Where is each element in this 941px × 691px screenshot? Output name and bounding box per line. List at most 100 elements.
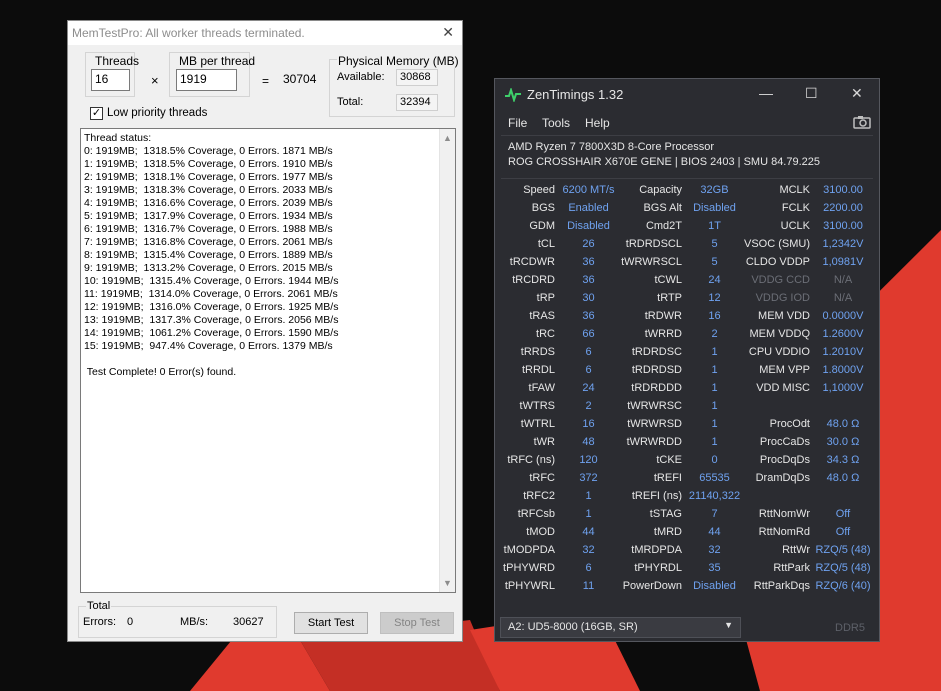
timing-value: Off xyxy=(835,526,851,538)
status-line: 7: 1919MB; 1316.8% Coverage, 0 Errors. 2… xyxy=(84,236,333,248)
minimize-icon[interactable]: — xyxy=(759,85,773,101)
timing-value: N/A xyxy=(833,274,853,286)
close-icon[interactable]: ✕ xyxy=(851,85,863,102)
timing-label: VDDG IOD xyxy=(755,292,810,304)
status-line: 2: 1919MB; 1318.1% Coverage, 0 Errors. 1… xyxy=(84,171,333,183)
menu-tools[interactable]: Tools xyxy=(542,116,570,130)
memtestpro-window: MemTestPro: All worker threads terminate… xyxy=(67,20,463,642)
dimm-select[interactable]: A2: UD5-8000 (16GB, SR) ▼ xyxy=(500,617,741,638)
timing-label: BGS xyxy=(531,202,555,214)
status-line: 11: 1919MB; 1314.0% Coverage, 0 Errors. … xyxy=(84,288,338,300)
timing-label: RttNomRd xyxy=(758,526,810,538)
thread-status-textbox[interactable]: Thread status: 0: 1919MB; 1318.5% Coverag… xyxy=(80,128,456,593)
timing-label: tRFCsb xyxy=(517,508,555,520)
close-icon[interactable]: ✕ xyxy=(442,25,454,39)
stop-test-button[interactable]: Stop Test xyxy=(380,612,454,634)
timing-label: Speed xyxy=(523,184,555,196)
status-line: 8: 1919MB; 1315.4% Coverage, 0 Errors. 1… xyxy=(84,249,333,261)
timing-label: tCKE xyxy=(656,454,682,466)
total-group-label: Total xyxy=(86,600,112,612)
timing-label: tWRWRSC xyxy=(627,400,682,412)
timing-label: VSOC (SMU) xyxy=(744,238,810,250)
timing-label: tRFC (ns) xyxy=(507,454,555,466)
timing-value: 1.8000V xyxy=(822,364,864,376)
timing-value: Off xyxy=(835,508,851,520)
memtest-titlebar: MemTestPro: All worker threads terminate… xyxy=(68,21,462,45)
menu-help[interactable]: Help xyxy=(585,116,610,130)
timing-label: PowerDown xyxy=(622,580,682,592)
timing-label: RttPark xyxy=(773,562,810,574)
status-line: 14: 1919MB; 1061.2% Coverage, 0 Errors. … xyxy=(84,327,339,339)
timing-value: 1,2342V xyxy=(822,238,864,250)
timing-value: N/A xyxy=(833,292,853,304)
timing-label: ProcCaDs xyxy=(759,436,810,448)
status-line: 12: 1919MB; 1316.0% Coverage, 0 Errors. … xyxy=(84,301,339,313)
timing-label: tRDWR xyxy=(644,310,682,322)
timing-label: tREFI (ns) xyxy=(631,490,682,502)
timing-label: tRCDWR xyxy=(509,256,555,268)
scroll-down-icon[interactable]: ▼ xyxy=(443,578,452,588)
timing-value: 21140,322 xyxy=(688,490,741,502)
timing-value: RZQ/6 (40) xyxy=(815,580,871,592)
start-test-button[interactable]: Start Test xyxy=(294,612,368,634)
timing-value: 1 xyxy=(711,400,718,412)
status-line: 4: 1919MB; 1316.6% Coverage, 0 Errors. 2… xyxy=(84,197,333,209)
status-line: 3: 1919MB; 1318.3% Coverage, 0 Errors. 2… xyxy=(84,184,333,196)
timing-value: 3100.00 xyxy=(823,184,863,196)
maximize-icon[interactable]: ☐ xyxy=(805,85,818,102)
timing-label: tMRD xyxy=(653,526,682,538)
timing-label: DramDqDs xyxy=(755,472,810,484)
status-scrollbar[interactable]: ▲ ▼ xyxy=(439,129,455,592)
timing-label: tSTAG xyxy=(649,508,682,520)
timing-label: RttParkDqs xyxy=(753,580,810,592)
timing-value: RZQ/5 (48) xyxy=(815,562,871,574)
camera-icon[interactable] xyxy=(853,115,871,129)
status-line: 13: 1919MB; 1317.3% Coverage, 0 Errors. … xyxy=(84,314,339,326)
timing-label: MCLK xyxy=(779,184,810,196)
timing-label: tMRDPDA xyxy=(631,544,682,556)
timing-label: GDM xyxy=(529,220,555,232)
timing-label: tWTRL xyxy=(520,418,555,430)
timing-label: tRFC xyxy=(529,472,555,484)
status-line xyxy=(84,353,338,366)
timing-label: CPU VDDIO xyxy=(748,346,810,358)
errors-label: Errors: xyxy=(83,616,116,628)
timing-label: tRC xyxy=(536,328,555,340)
timing-label: Capacity xyxy=(639,184,682,196)
timing-label: tMOD xyxy=(526,526,555,538)
timing-label: tRDRDSCL xyxy=(625,238,682,250)
timing-label: tWRRD xyxy=(644,328,682,340)
timing-label: BGS Alt xyxy=(643,202,682,214)
timing-value: 30.0 Ω xyxy=(826,436,860,448)
board-info: ROG CROSSHAIR X670E GENE | BIOS 2403 | S… xyxy=(508,156,821,168)
timing-label: tREFI xyxy=(653,472,682,484)
zen-title: ZenTimings 1.32 xyxy=(527,87,624,102)
total-mb-value: 30704 xyxy=(283,72,317,86)
threads-input[interactable]: 16 xyxy=(91,69,130,91)
timing-value: 1,1000V xyxy=(822,382,864,394)
timing-label: tWR xyxy=(533,436,555,448)
timing-label: tRFC2 xyxy=(523,490,555,502)
timing-label: tRRDS xyxy=(520,346,555,358)
available-label: Available: xyxy=(337,71,385,83)
timing-value: 1,0981V xyxy=(822,256,864,268)
status-line: 15: 1919MB; 947.4% Coverage, 0 Errors. 1… xyxy=(84,340,333,352)
zentimings-window: ZenTimings 1.32 — ☐ ✕ File Tools Help AM… xyxy=(494,78,880,642)
menu-file[interactable]: File xyxy=(508,116,527,130)
scroll-up-icon[interactable]: ▲ xyxy=(443,133,452,143)
status-line: 1: 1919MB; 1318.5% Coverage, 0 Errors. 1… xyxy=(84,158,333,170)
errors-value: 0 xyxy=(127,616,134,628)
timing-label: tCL xyxy=(537,238,555,250)
low-priority-checkbox[interactable]: ✓ xyxy=(90,107,103,120)
mb-per-thread-input[interactable]: 1919 xyxy=(176,69,237,91)
timing-value: 0.0000V xyxy=(822,310,864,322)
timing-label: tPHYWRD xyxy=(503,562,555,574)
timing-label: RttNomWr xyxy=(758,508,810,520)
timing-label: tRDRDDD xyxy=(631,382,682,394)
status-line: 10: 1919MB; 1315.4% Coverage, 0 Errors. … xyxy=(84,275,339,287)
timing-value: 2200.00 xyxy=(823,202,863,214)
cpu-info: AMD Ryzen 7 7800X3D 8-Core Processor ROG… xyxy=(508,140,820,170)
timing-value: RZQ/5 (48) xyxy=(815,544,871,556)
timing-value: 48.0 Ω xyxy=(826,472,860,484)
mbs-value: 30627 xyxy=(233,616,264,628)
